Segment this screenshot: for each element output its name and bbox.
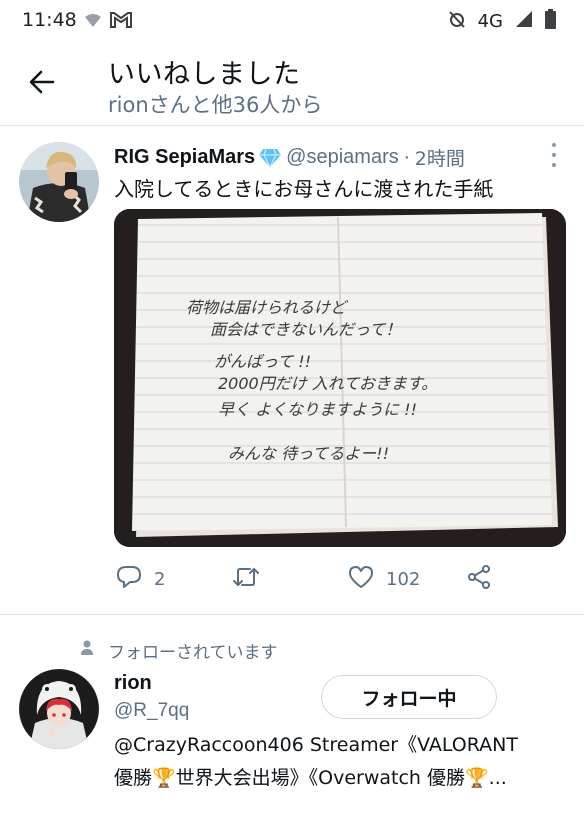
retweet-button[interactable] — [232, 565, 272, 594]
bio-line: 優勝🏆世界大会出場》《Overwatch 優勝🏆... — [114, 767, 507, 789]
author-name[interactable]: RIG SepiaMars — [114, 146, 255, 169]
author-avatar[interactable] — [19, 142, 99, 222]
arrow-left-icon — [29, 70, 55, 98]
follow-context-label: フォローされています — [108, 643, 278, 663]
reply-icon — [116, 565, 142, 594]
header: いいねしました rionさんと他36人から — [0, 42, 584, 126]
author-handle[interactable]: @sepiamars — [286, 146, 399, 169]
bio-line: @CrazyRaccoon406 Streamer《VALORANT — [114, 734, 518, 756]
retweet-icon — [232, 565, 260, 594]
letter-line: 荷物は届けられるけど — [186, 298, 349, 317]
following-button[interactable]: フォロー中 — [321, 675, 497, 719]
tweet-time[interactable]: 2時間 — [415, 144, 465, 171]
letter-line: 面会はできないんだって！ — [210, 320, 401, 339]
share-icon — [466, 565, 492, 594]
page-subtitle: rionさんと他36人から — [108, 93, 323, 117]
page-title: いいねしました — [108, 59, 301, 90]
status-time: 11:48 — [22, 9, 77, 31]
letter-line: みんな 待ってるよー!! — [228, 444, 389, 463]
share-button[interactable] — [466, 565, 492, 594]
reply-count: 2 — [154, 569, 166, 590]
heart-icon — [348, 565, 374, 594]
tweet-header: RIG SepiaMars @sepiamars · 2時間 — [114, 144, 465, 171]
user-bio: @CrazyRaccoon406 Streamer《VALORANT 優勝🏆世界… — [114, 729, 569, 795]
separator-dot: · — [403, 146, 410, 169]
letter-line: がんばって !! — [214, 352, 311, 371]
status-right: 4G — [448, 9, 556, 34]
network-label: 4G — [477, 11, 503, 32]
user-cell[interactable]: フォローされています rion @R_7qq フォロー中 @CrazyRacco… — [0, 616, 584, 818]
status-left-icons — [84, 11, 132, 32]
follow-context: フォローされています — [80, 638, 278, 663]
battery-icon — [545, 9, 556, 34]
tweet-actions: 2 102 — [114, 565, 534, 595]
user-name[interactable]: rion — [114, 672, 152, 695]
user-avatar[interactable] — [19, 669, 99, 749]
reply-button[interactable]: 2 — [116, 565, 165, 594]
person-icon — [80, 640, 94, 661]
letter-line: 早く よくなりますように !! — [218, 400, 417, 419]
like-button[interactable]: 102 — [348, 565, 420, 594]
tweet[interactable]: RIG SepiaMars @sepiamars · 2時間 入院してるときにお… — [0, 127, 584, 615]
letter-line: 2000円だけ 入れておきます。 — [218, 374, 437, 393]
wifi-question-icon — [84, 12, 102, 32]
tweet-image[interactable]: 荷物は届けられるけど 面会はできないんだって！ がんばって !! 2000円だけ… — [114, 209, 566, 547]
tweet-text: 入院してるときにお母さんに渡された手紙 — [114, 177, 494, 201]
status-bar: 11:48 4G — [0, 0, 584, 42]
user-handle[interactable]: @R_7qq — [114, 700, 189, 722]
diamond-icon — [258, 148, 282, 168]
alarm-off-icon — [448, 10, 466, 33]
more-options-icon[interactable] — [548, 143, 560, 167]
gmail-icon — [110, 11, 132, 32]
back-button[interactable] — [22, 64, 62, 104]
like-count: 102 — [386, 569, 421, 590]
signal-icon — [515, 10, 533, 33]
